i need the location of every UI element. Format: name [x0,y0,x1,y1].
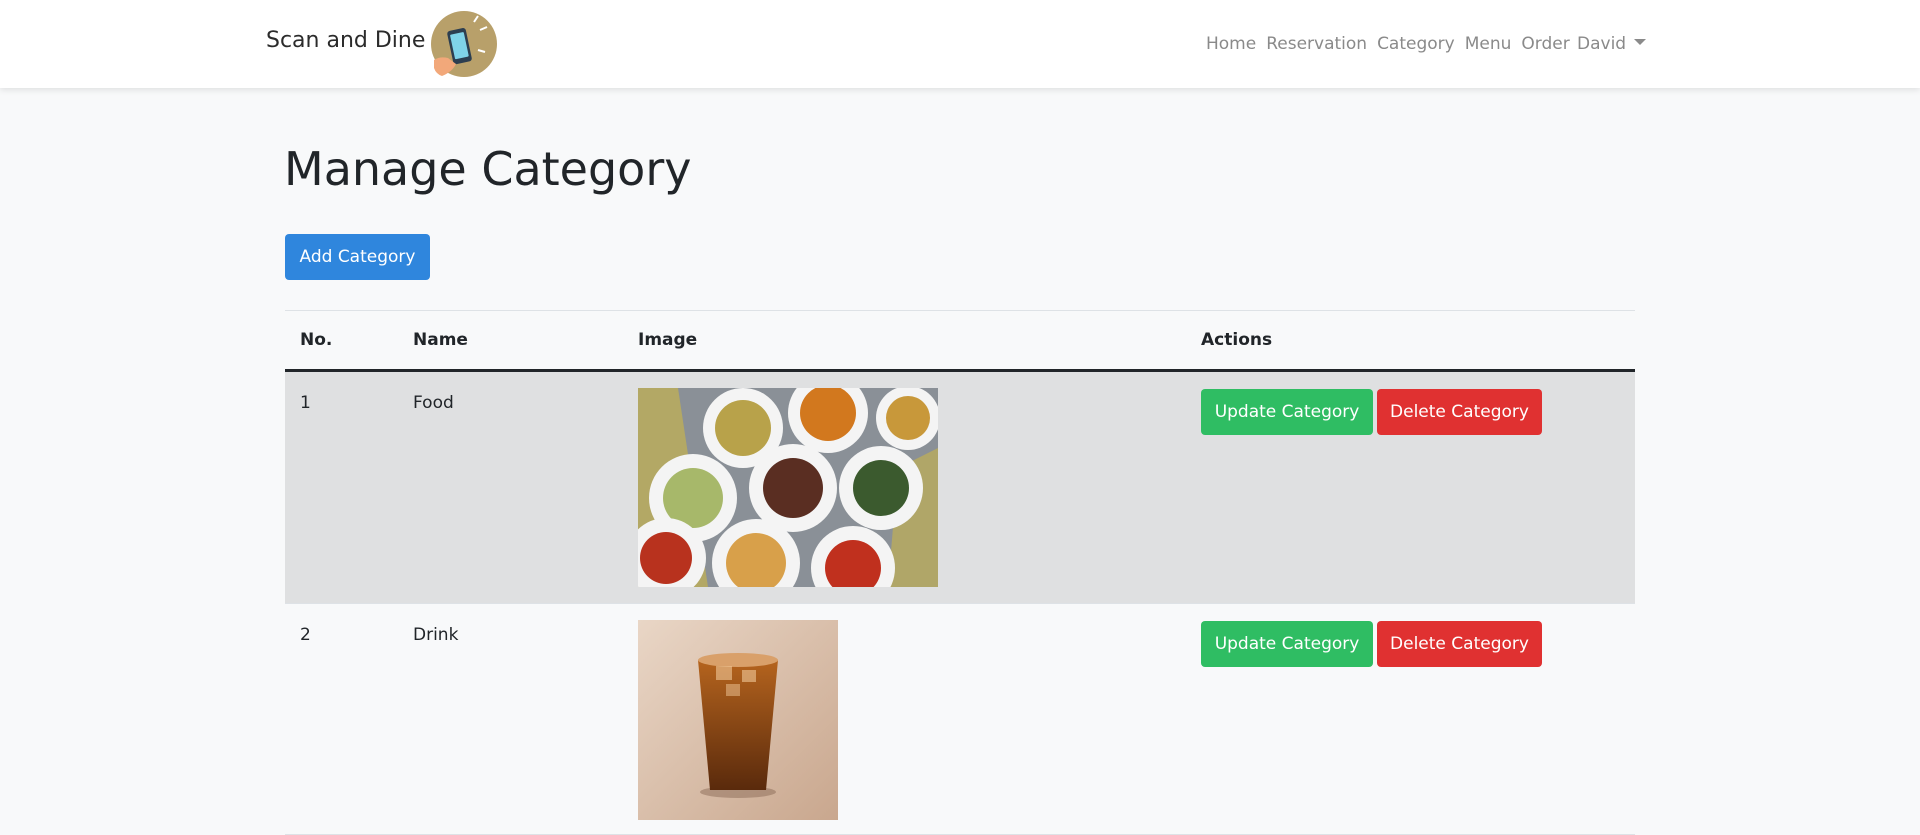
page-title: Manage Category [284,142,692,196]
cell-actions: Update Category Delete Category [1186,370,1635,604]
update-category-button[interactable]: Update Category [1201,621,1373,667]
nav-links: Home Reservation Category Menu Order [1206,34,1570,54]
header-no: No. [285,310,398,372]
delete-category-button[interactable]: Delete Category [1377,621,1542,667]
cell-no: 1 [285,370,398,604]
user-dropdown[interactable]: David [1577,34,1647,54]
cell-name: Food [398,370,623,604]
chevron-down-icon [1634,39,1647,45]
brand-link[interactable]: Scan and Dine [266,28,425,53]
cell-image [623,370,1186,604]
nav-category[interactable]: Category [1377,34,1455,54]
category-table-wrapper: No. Name Image Actions 1 Food Update Cat… [285,310,1635,835]
row-actions: Update Category Delete Category [1201,372,1635,435]
phone-scan-logo-icon[interactable] [430,10,498,78]
row-actions: Update Category Delete Category [1201,604,1635,667]
header-actions: Actions [1186,310,1635,372]
delete-category-button[interactable]: Delete Category [1377,389,1542,435]
food-dishes-photo [638,388,938,587]
nav-order[interactable]: Order [1521,34,1569,54]
nav-home[interactable]: Home [1206,34,1256,54]
category-table: No. Name Image Actions 1 Food Update Cat… [285,310,1635,835]
cell-image [623,603,1186,835]
cell-name: Drink [398,603,623,835]
table-header-row: No. Name Image Actions [285,310,1635,372]
table-row: 1 Food Update Category Delete Category [285,370,1635,604]
cell-actions: Update Category Delete Category [1186,603,1635,835]
header-name: Name [398,310,623,372]
navbar: Scan and Dine Home Reservation Category … [0,0,1920,88]
user-name: David [1577,34,1627,54]
nav-reservation[interactable]: Reservation [1266,34,1367,54]
nav-menu[interactable]: Menu [1465,34,1512,54]
add-category-button[interactable]: Add Category [285,234,430,280]
cell-no: 2 [285,603,398,835]
header-image: Image [623,310,1186,372]
table-row: 2 Drink Update Category Delete Category [285,603,1635,835]
iced-tea-photo [638,620,838,820]
update-category-button[interactable]: Update Category [1201,389,1373,435]
